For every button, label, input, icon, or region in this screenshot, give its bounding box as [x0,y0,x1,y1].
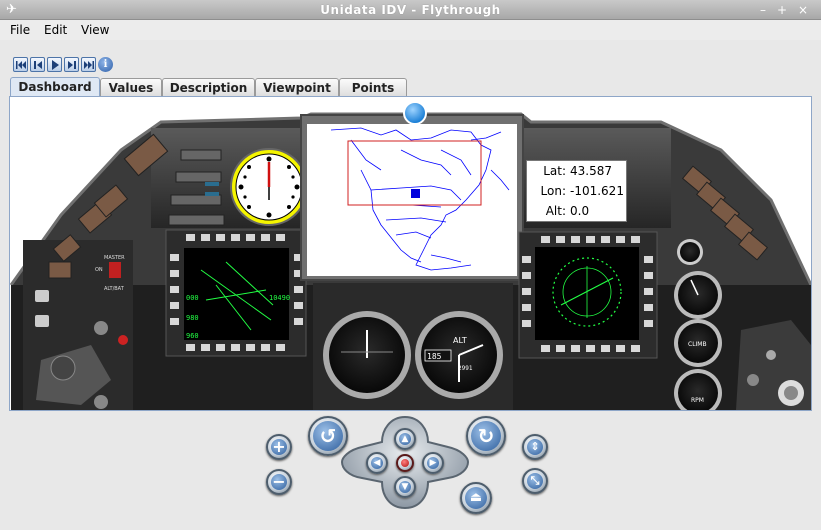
altimeter-digits: 185 [427,352,442,361]
hud-left-value-1: 000 [186,294,199,302]
minimize-icon[interactable]: – [756,3,770,17]
alt-value: 0.0 [570,204,590,218]
menu-view[interactable]: View [81,23,109,37]
lat-label: Lat: [543,164,566,178]
menu-bar: File Edit View [0,20,821,40]
master-switch [109,262,121,278]
title-bar: ✈ Unidata IDV - Flythrough – + × [0,0,821,20]
step-forward-icon[interactable] [64,57,79,72]
alt-bat-label: ALT/BAT [104,286,125,292]
hud-left-value-3: 960 [186,332,199,340]
cockpit-image: MASTER ON ALT/BAT 000 980 960 10490 ALT … [10,101,811,410]
maximize-icon[interactable]: + [775,3,789,17]
menu-file[interactable]: File [10,23,30,37]
map-display [307,124,517,276]
lon-value: -101.621 [570,184,624,198]
pan-right-icon[interactable]: ▶ [422,452,444,474]
step-back-icon[interactable] [30,57,45,72]
pan-up-icon[interactable]: ▲ [394,428,416,450]
lat-value: 43.587 [570,164,612,178]
tab-points[interactable]: Points [339,78,407,97]
lon-label: Lon: [540,184,566,198]
rpm-label: RPM [691,397,704,404]
zoom-in-icon[interactable]: + [266,434,292,460]
close-icon[interactable]: × [796,3,810,17]
lon-row: Lon: -101.621 [527,184,628,201]
reset-icon[interactable]: ⇕ [522,434,548,460]
alt-row: Alt: 0.0 [527,204,628,221]
eject-icon[interactable]: ⏏ [460,482,492,514]
last-frame-icon[interactable] [81,57,96,72]
zoom-out-icon[interactable]: − [266,469,292,495]
rotate-left-icon[interactable]: ↺ [308,416,348,456]
tab-values[interactable]: Values [100,78,162,97]
fit-icon[interactable]: ⤡ [522,468,548,494]
window-title: Unidata IDV - Flythrough [320,3,501,17]
first-frame-icon[interactable] [13,57,28,72]
altimeter-label: ALT [453,336,467,345]
navigation-controls: + − ↺ ↻ ▲ ◀ ▶ ▼ ⇕ ⤡ ⏏ [0,412,821,530]
dashboard-panel: MASTER ON ALT/BAT 000 980 960 10490 ALT … [9,96,812,411]
animation-controls: i [13,57,113,73]
hud-right-value: 10490 [269,294,290,302]
play-icon[interactable] [47,57,62,72]
pan-left-icon[interactable]: ◀ [366,452,388,474]
center-icon[interactable] [396,454,414,472]
menu-edit[interactable]: Edit [44,23,67,37]
tab-description[interactable]: Description [162,78,255,97]
position-readout: Lat: 43.587 Lon: -101.621 Alt: 0.0 [526,160,627,222]
on-label: ON [95,267,103,273]
altimeter-sub: 2991 [458,365,473,372]
info-icon[interactable]: i [98,57,113,72]
climb-label: CLIMB [688,341,707,348]
hud-left-value-2: 980 [186,314,199,322]
master-label: MASTER [104,255,125,261]
tab-dashboard[interactable]: Dashboard [10,77,100,97]
indicator-light-icon [403,101,427,125]
pan-down-icon[interactable]: ▼ [394,476,416,498]
rotate-right-icon[interactable]: ↻ [466,416,506,456]
alt-label: Alt: [545,204,566,218]
tab-viewpoint[interactable]: Viewpoint [255,78,339,97]
lat-row: Lat: 43.587 [527,164,628,181]
